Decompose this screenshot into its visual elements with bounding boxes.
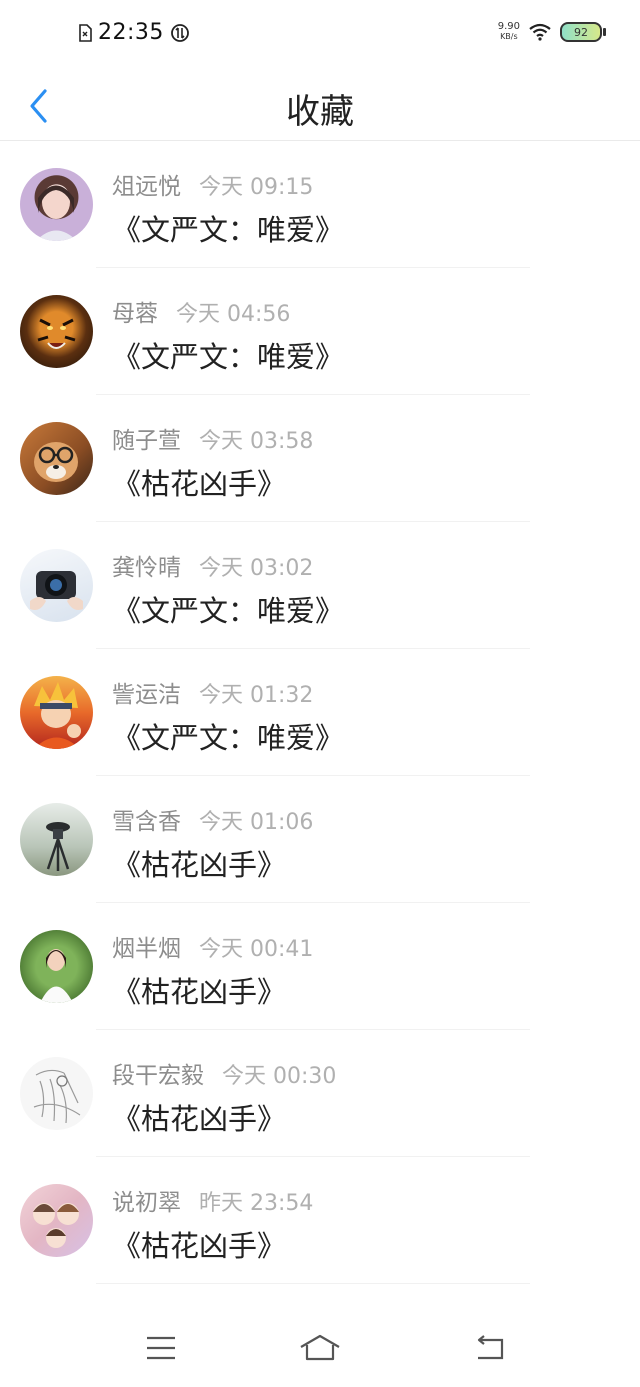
clock: 22:35 — [98, 20, 164, 45]
timestamp: 今天 03:02 — [199, 556, 314, 581]
work-title: 《文严文：唯爱》 — [112, 594, 345, 628]
user-name: 说初翠 — [112, 1190, 181, 1216]
item-meta: 雪含香 今天 01:06 — [112, 802, 313, 836]
network-speed: 9.90 KB/s — [497, 21, 520, 42]
avatar — [20, 930, 93, 1003]
timestamp: 今天 01:06 — [199, 810, 314, 835]
timestamp: 今天 00:30 — [222, 1064, 337, 1089]
timestamp: 今天 09:15 — [199, 175, 314, 200]
favorites-list: 俎远悦 今天 09:15 《文严文：唯爱》 母蓉 今天 04:56 《文严文：唯… — [0, 141, 640, 1311]
data-saver-icon — [171, 23, 189, 42]
menu-icon — [147, 1336, 175, 1360]
menu-button[interactable] — [136, 1325, 186, 1371]
avatar — [20, 422, 93, 495]
item-meta: 说初翠 昨天 23:54 — [112, 1183, 313, 1217]
work-title: 《枯花凶手》 — [112, 975, 287, 1009]
app-header: 收藏 — [0, 72, 640, 141]
timestamp: 今天 04:56 — [176, 302, 291, 327]
avatar — [20, 676, 93, 749]
work-title: 《枯花凶手》 — [112, 1102, 287, 1136]
item-meta: 母蓉 今天 04:56 — [112, 294, 290, 328]
avatar — [20, 295, 93, 368]
avatar — [20, 549, 93, 622]
avatar — [20, 168, 93, 241]
item-meta: 段干宏毅 今天 00:30 — [112, 1056, 336, 1090]
list-item-partial[interactable] — [0, 1284, 640, 1311]
timestamp: 昨天 23:54 — [199, 1191, 314, 1216]
work-title: 《文严文：唯爱》 — [112, 213, 345, 247]
list-item[interactable]: 訾运洁 今天 01:32 《文严文：唯爱》 — [0, 649, 640, 776]
home-icon — [300, 1334, 340, 1361]
work-title: 《枯花凶手》 — [112, 1229, 287, 1263]
list-item[interactable]: 烟半烟 今天 00:41 《枯花凶手》 — [0, 903, 640, 1030]
timestamp: 今天 00:41 — [199, 937, 314, 962]
item-meta: 烟半烟 今天 00:41 — [112, 929, 313, 963]
back-nav-button[interactable] — [464, 1325, 514, 1371]
user-name: 母蓉 — [112, 301, 158, 327]
timestamp: 今天 03:58 — [199, 429, 314, 454]
list-item[interactable]: 母蓉 今天 04:56 《文严文：唯爱》 — [0, 268, 640, 395]
list-item[interactable]: 说初翠 昨天 23:54 《枯花凶手》 — [0, 1157, 640, 1284]
user-name: 烟半烟 — [112, 936, 181, 962]
item-meta: 俎远悦 今天 09:15 — [112, 167, 313, 201]
list-item[interactable]: 龚怜晴 今天 03:02 《文严文：唯爱》 — [0, 522, 640, 649]
user-name: 雪含香 — [112, 809, 181, 835]
user-name: 俎远悦 — [112, 174, 181, 200]
list-item[interactable]: 雪含香 今天 01:06 《枯花凶手》 — [0, 776, 640, 903]
list-item[interactable]: 段干宏毅 今天 00:30 《枯花凶手》 — [0, 1030, 640, 1157]
work-title: 《枯花凶手》 — [112, 467, 287, 501]
sim-icon — [79, 23, 92, 42]
status-right: 9.90 KB/s 92 — [497, 21, 606, 42]
avatar — [20, 803, 93, 876]
work-title: 《文严文：唯爱》 — [112, 340, 345, 374]
timestamp: 今天 01:32 — [199, 683, 314, 708]
status-bar: 22:35 9.90 KB/s 92 — [0, 0, 640, 72]
status-left: 22:35 — [78, 20, 190, 45]
work-title: 《文严文：唯爱》 — [112, 721, 345, 755]
avatar — [20, 1057, 93, 1130]
list-item[interactable]: 随子萱 今天 03:58 《枯花凶手》 — [0, 395, 640, 522]
wifi-icon — [529, 23, 551, 41]
home-button[interactable] — [295, 1325, 345, 1371]
battery-indicator: 92 — [560, 22, 606, 42]
page-title: 收藏 — [286, 92, 354, 132]
item-meta: 訾运洁 今天 01:32 — [112, 675, 313, 709]
back-arrow-icon — [477, 1335, 504, 1360]
list-item[interactable]: 俎远悦 今天 09:15 《文严文：唯爱》 — [0, 141, 640, 268]
item-meta: 龚怜晴 今天 03:02 — [112, 548, 313, 582]
avatar — [20, 1184, 93, 1257]
item-meta: 随子萱 今天 03:58 — [112, 421, 313, 455]
user-name: 段干宏毅 — [112, 1063, 204, 1089]
user-name: 龚怜晴 — [112, 555, 181, 581]
system-nav-bar — [0, 1311, 640, 1387]
user-name: 訾运洁 — [112, 682, 181, 708]
user-name: 随子萱 — [112, 428, 181, 454]
work-title: 《枯花凶手》 — [112, 848, 287, 882]
